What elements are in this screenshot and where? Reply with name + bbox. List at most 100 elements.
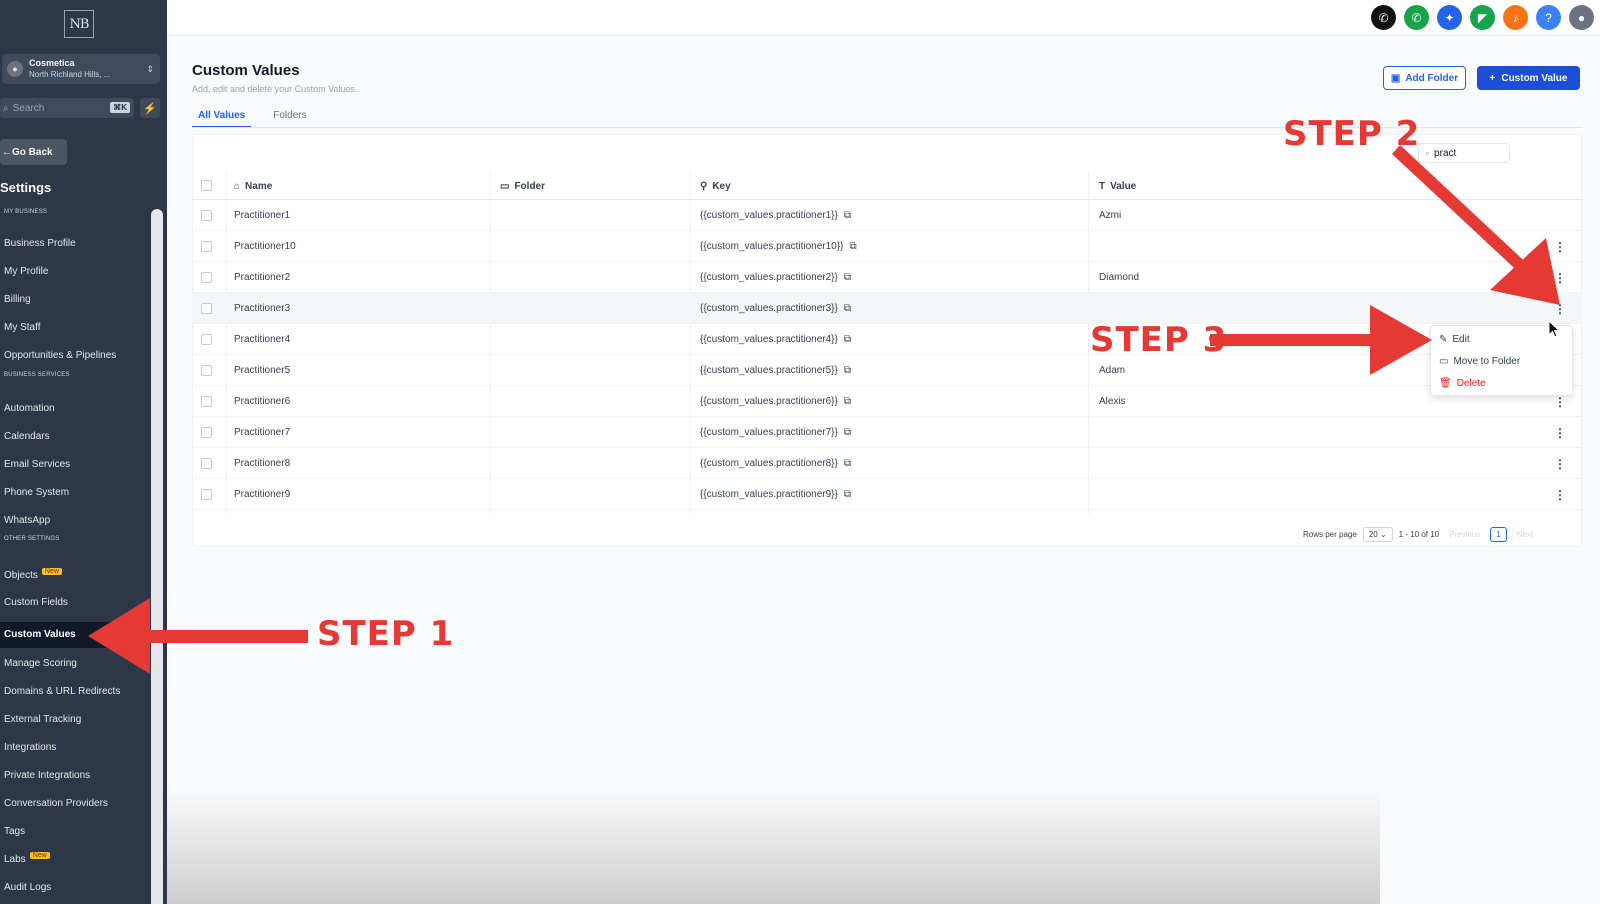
menu-item-edit[interactable]: ✎ Edit	[1439, 329, 1470, 349]
more-options-icon[interactable]: ⋮	[1554, 262, 1566, 293]
sidebar-item-calendars[interactable]: Calendars	[4, 431, 50, 442]
table-row[interactable]: Practitioner9 {{custom_values.practitione…	[192, 479, 1582, 510]
arrow-left-icon: ←	[2, 146, 12, 158]
table-row[interactable]: Practitioner1 {{custom_values.practitione…	[192, 200, 1582, 231]
row-checkbox[interactable]	[201, 303, 212, 314]
more-options-icon[interactable]: ⋮	[1554, 417, 1566, 448]
cell-key-text: {{custom_values.practitioner5}}	[700, 365, 838, 376]
sidebar-item-automation[interactable]: Automation	[4, 403, 55, 414]
sidebar-item-audit-logs[interactable]: Audit Logs	[4, 882, 51, 893]
column-name[interactable]: ⌂ Name	[234, 172, 272, 200]
sidebar-item-whatsapp[interactable]: WhatsApp	[4, 515, 50, 526]
row-checkbox[interactable]	[201, 458, 212, 469]
sparkle-icon[interactable]: ✦	[1437, 5, 1462, 30]
more-options-icon[interactable]: ⋮	[1554, 231, 1566, 262]
location-switcher[interactable]: ● Cosmetica North Richland Hills, ... ⇕	[2, 54, 160, 84]
cell-key-text: {{custom_values.practitioner8}}	[700, 458, 838, 469]
row-checkbox[interactable]	[201, 489, 212, 500]
sidebar-item-private-integrations[interactable]: Private Integrations	[4, 770, 90, 781]
tab-folders[interactable]: Folders	[267, 110, 312, 128]
row-checkbox[interactable]	[201, 334, 212, 345]
sidebar-search[interactable]: ⌕ Search ⌘K	[0, 98, 134, 118]
location-address: North Richland Hills, ...	[29, 70, 111, 79]
sidebar-item-custom-fields[interactable]: Custom Fields	[4, 597, 68, 608]
more-options-icon[interactable]: ⋮	[1554, 479, 1566, 510]
table-row[interactable]: Practitioner10 {{custom_values.practition…	[192, 231, 1582, 262]
cell-key-text: {{custom_values.practitioner3}}	[700, 303, 838, 314]
sidebar-item-custom-values[interactable]: Custom Values	[0, 622, 148, 648]
sidebar-item-my-profile[interactable]: My Profile	[4, 266, 48, 277]
phone-icon[interactable]: ✆	[1371, 5, 1396, 30]
copy-icon[interactable]: ⧉	[844, 365, 851, 376]
tabs: All Values Folders	[192, 110, 313, 128]
sidebar-scrollbar[interactable]	[151, 209, 163, 904]
sidebar-item-email-services[interactable]: Email Services	[4, 459, 70, 470]
sidebar-item-phone-system[interactable]: Phone System	[4, 487, 69, 498]
copy-icon[interactable]: ⧉	[844, 489, 851, 500]
row-checkbox[interactable]	[201, 241, 212, 252]
megaphone-icon[interactable]: ◤	[1470, 5, 1495, 30]
column-key[interactable]: ⚲ Key	[700, 172, 731, 200]
tab-all-values[interactable]: All Values	[192, 110, 252, 128]
call-icon[interactable]: ✆	[1404, 5, 1429, 30]
row-checkbox[interactable]	[201, 272, 212, 283]
row-checkbox[interactable]	[201, 427, 212, 438]
sidebar-item-label: Labs	[4, 854, 26, 865]
more-options-icon[interactable]: ⋮	[1554, 448, 1566, 479]
table-row[interactable]: Practitioner8 {{custom_values.practitione…	[192, 448, 1582, 479]
rows-per-page-select[interactable]: 20 ⌄	[1362, 526, 1393, 542]
sidebar-item-business-profile[interactable]: Business Profile	[4, 238, 76, 249]
copy-icon[interactable]: ⧉	[844, 427, 851, 438]
sidebar-item-objects[interactable]: Objects New	[4, 568, 62, 581]
add-custom-value-button[interactable]: + Custom Value	[1477, 66, 1580, 90]
table-row[interactable]: Practitioner5 {{custom_values.practitione…	[192, 355, 1582, 386]
copy-icon[interactable]: ⧉	[844, 334, 851, 345]
table-row[interactable]: Practitioner2 {{custom_values.practitione…	[192, 262, 1582, 293]
copy-icon[interactable]: ⧉	[844, 303, 851, 314]
sidebar-item-opportunities[interactable]: Opportunities & Pipelines	[4, 350, 116, 361]
sidebar-item-tags[interactable]: Tags	[4, 826, 25, 837]
copy-icon[interactable]: ⧉	[844, 210, 851, 221]
sidebar-item-integrations[interactable]: Integrations	[4, 742, 56, 753]
sidebar-item-billing[interactable]: Billing	[4, 294, 31, 305]
menu-item-label: Move to Folder	[1453, 355, 1521, 367]
next-page-button[interactable]: Next	[1513, 528, 1537, 541]
copy-icon[interactable]: ⧉	[844, 396, 851, 407]
add-folder-button[interactable]: ▣ Add Folder	[1383, 66, 1466, 90]
copy-icon[interactable]: ⧉	[844, 272, 851, 283]
location-name: Cosmetica	[29, 58, 75, 68]
cell-name: Practitioner2	[234, 272, 291, 283]
search-input[interactable]: ⌕ pract	[1418, 143, 1510, 163]
column-value[interactable]: T Value	[1099, 172, 1136, 200]
copy-icon[interactable]: ⧉	[849, 241, 856, 252]
cell-key: {{custom_values.practitioner9}} ⧉	[700, 479, 851, 510]
row-checkbox[interactable]	[201, 365, 212, 376]
previous-page-button[interactable]: Previous	[1445, 528, 1484, 541]
column-folder[interactable]: ▭ Folder	[500, 172, 545, 200]
help-icon[interactable]: ?	[1536, 5, 1561, 30]
go-back-label: Go Back	[12, 146, 53, 158]
sidebar-item-my-staff[interactable]: My Staff	[4, 322, 41, 333]
sidebar-item-labs[interactable]: Labs New	[4, 852, 50, 865]
menu-item-move-to-folder[interactable]: ▭ Move to Folder	[1439, 351, 1520, 371]
sidebar-item-conversation-providers[interactable]: Conversation Providers	[4, 798, 108, 809]
quick-action-button[interactable]: ⚡	[140, 98, 160, 118]
row-checkbox[interactable]	[201, 396, 212, 407]
table-row[interactable]: Practitioner6 {{custom_values.practitione…	[192, 386, 1582, 417]
menu-item-delete[interactable]: 🗑 Delete	[1439, 373, 1486, 393]
select-all-checkbox[interactable]	[201, 180, 212, 191]
page-1-button[interactable]: 1	[1490, 526, 1507, 542]
table-row[interactable]: Practitioner3 {{custom_values.practitione…	[192, 293, 1582, 324]
copy-icon[interactable]: ⧉	[844, 458, 851, 469]
new-badge: New	[41, 568, 62, 575]
table-row[interactable]: Practitioner4 {{custom_values.practitione…	[192, 324, 1582, 355]
table-row[interactable]: Practitioner7 {{custom_values.practitione…	[192, 417, 1582, 448]
cell-name: Practitioner5	[234, 365, 291, 376]
sidebar-item-manage-scoring[interactable]: Manage Scoring	[4, 658, 77, 669]
go-back-button[interactable]: ← Go Back	[0, 139, 67, 165]
bell-icon[interactable]: ♪	[1503, 5, 1528, 30]
sidebar-item-domains[interactable]: Domains & URL Redirects	[4, 686, 120, 697]
row-checkbox[interactable]	[201, 210, 212, 221]
sidebar-item-external-tracking[interactable]: External Tracking	[4, 714, 81, 725]
avatar[interactable]: ●	[1569, 5, 1594, 30]
